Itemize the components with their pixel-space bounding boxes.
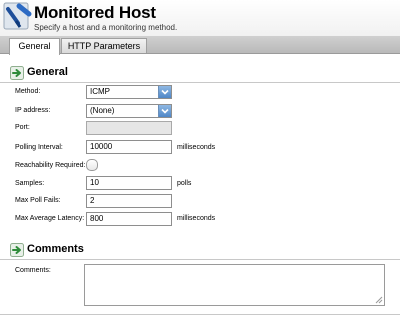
port-label: Port:	[15, 124, 30, 131]
dialog-header: Monitored Host Specify a host and a moni…	[0, 0, 400, 36]
comments-textarea[interactable]	[84, 264, 385, 306]
section-general-title: General	[27, 66, 68, 78]
chevron-down-icon[interactable]	[158, 86, 171, 98]
resize-grip-icon[interactable]	[375, 296, 383, 304]
green-arrow-icon	[10, 243, 24, 257]
section-comments-header: Comments	[0, 240, 400, 260]
section-divider	[0, 82, 400, 83]
max-average-latency-label: Max Average Latency:	[15, 215, 85, 222]
reachability-required-label: Reachability Required:	[15, 162, 86, 169]
wand-icon	[3, 2, 32, 30]
polling-interval-input[interactable]: 10000	[86, 140, 172, 154]
method-value: ICMP	[90, 87, 110, 96]
section-general-header: General	[0, 63, 400, 83]
samples-unit: polls	[177, 180, 192, 187]
method-select[interactable]: ICMP	[86, 85, 172, 99]
max-poll-fails-label: Max Poll Fails:	[15, 197, 61, 204]
chevron-down-icon[interactable]	[158, 105, 171, 117]
green-arrow-icon	[10, 66, 24, 80]
tab-http-parameters[interactable]: HTTP Parameters	[61, 38, 147, 53]
comments-label: Comments:	[15, 267, 51, 274]
section-divider	[0, 259, 400, 260]
tab-general[interactable]: General	[9, 38, 60, 55]
samples-input[interactable]: 10	[86, 176, 172, 190]
dialog-subtitle: Specify a host and a monitoring method.	[34, 23, 178, 32]
dialog-title: Monitored Host	[34, 3, 156, 22]
polling-interval-label: Polling Interval:	[15, 144, 63, 151]
reachability-required-checkbox[interactable]	[86, 159, 98, 171]
max-poll-fails-input[interactable]: 2	[86, 194, 172, 208]
max-average-latency-unit: milliseconds	[177, 215, 216, 222]
max-average-latency-input[interactable]: 800	[86, 212, 172, 226]
tab-bar	[0, 36, 400, 54]
method-label: Method:	[15, 88, 41, 95]
ip-address-select[interactable]: (None)	[86, 104, 172, 118]
polling-interval-unit: milliseconds	[177, 144, 216, 151]
port-input[interactable]	[86, 121, 172, 135]
section-comments-title: Comments	[27, 243, 84, 255]
samples-label: Samples:	[15, 180, 45, 187]
ip-address-value: (None)	[90, 106, 115, 115]
footer-divider	[0, 314, 400, 315]
ip-address-label: IP address:	[15, 107, 51, 114]
